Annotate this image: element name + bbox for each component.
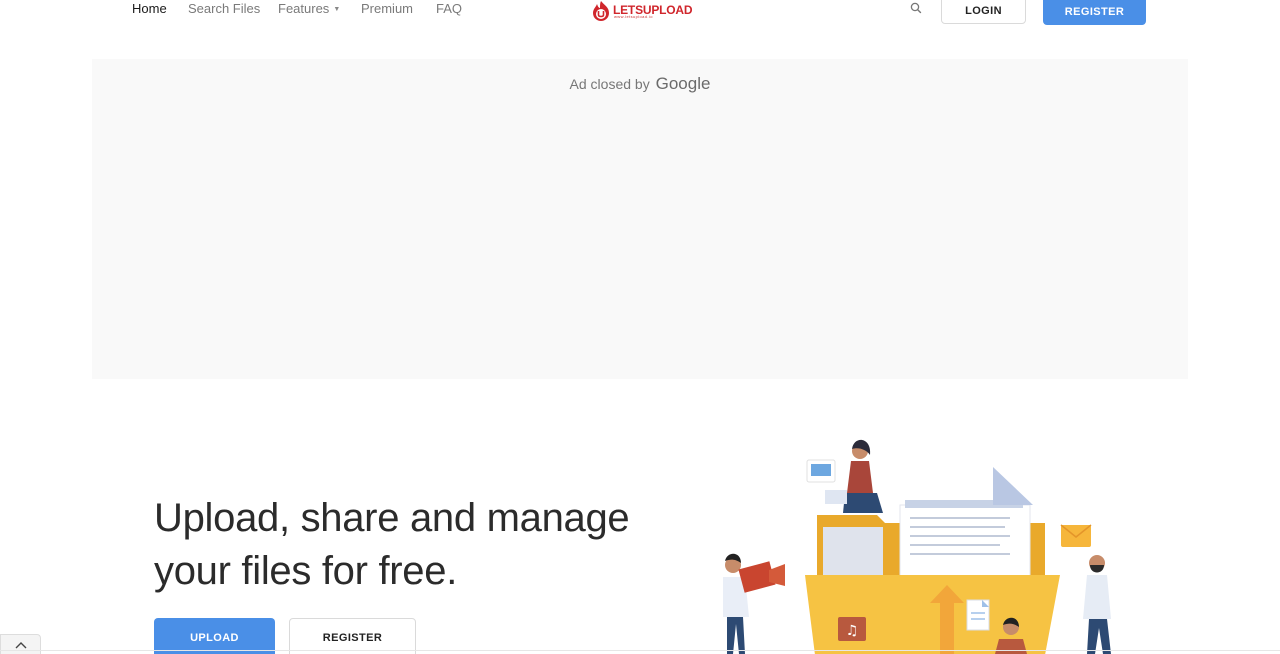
hero-title-line-1: Upload, share and manage	[154, 496, 630, 540]
music-note-icon: ♫	[838, 617, 866, 641]
page: Home Search Files Features ▼ Premium FAQ …	[0, 0, 1280, 654]
email-icon	[1060, 524, 1092, 547]
top-nav: Home Search Files Features ▼ Premium FAQ …	[0, 0, 1280, 30]
bottom-divider	[0, 650, 1280, 651]
person-standing-right	[1083, 555, 1111, 654]
ad-closed-notice: Ad closed by Google	[92, 74, 1188, 94]
ad-container: Ad closed by Google	[92, 59, 1188, 379]
document-file-icon	[966, 599, 990, 631]
chevron-down-icon: ▼	[333, 6, 341, 13]
nav-features[interactable]: Features ▼	[278, 1, 340, 16]
register-button-hero[interactable]: REGISTER	[289, 618, 416, 654]
register-button-header[interactable]: REGISTER	[1043, 0, 1146, 25]
hero-title-line-2: your files for free.	[154, 549, 458, 593]
upload-button[interactable]: UPLOAD	[154, 618, 275, 654]
letsupload-logo-icon	[593, 1, 609, 21]
nav-faq[interactable]: FAQ	[436, 1, 462, 16]
hero-title: Upload, share and manage your files for …	[154, 492, 714, 598]
ad-closed-label: Ad closed by	[569, 76, 650, 92]
file-sharing-illustration: ♫	[723, 439, 1111, 654]
site-logo[interactable]: LETSUPLOAD www.letsupload.io	[591, 0, 693, 22]
search-icon	[910, 2, 922, 14]
nav-home[interactable]: Home	[132, 1, 167, 16]
nav-search-files[interactable]: Search Files	[188, 1, 260, 16]
image-card-icon	[806, 459, 836, 483]
search-button[interactable]	[909, 1, 923, 15]
nav-features-label: Features	[278, 1, 330, 16]
logo-subtext: www.letsupload.io	[614, 14, 653, 19]
chevron-up-icon	[15, 641, 26, 648]
scroll-toggle-button[interactable]	[0, 634, 41, 654]
login-button[interactable]: LOGIN	[941, 0, 1026, 24]
svg-text:♫: ♫	[846, 623, 859, 639]
google-wordmark: Google	[655, 74, 711, 93]
nav-premium[interactable]: Premium	[361, 1, 413, 16]
person-with-camera	[723, 553, 785, 654]
